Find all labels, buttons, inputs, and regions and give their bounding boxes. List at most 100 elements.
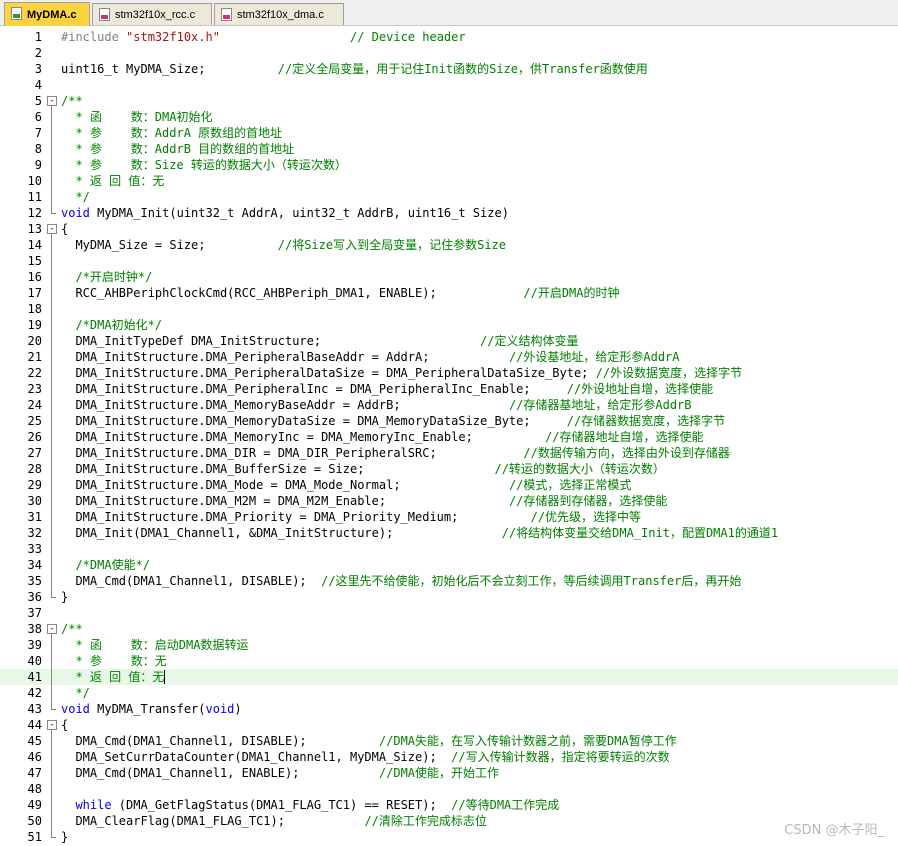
code-line[interactable]: 33 xyxy=(0,541,898,557)
code-line[interactable]: 16 /*开启时钟*/ xyxy=(0,269,898,285)
code-line[interactable]: 22 DMA_InitStructure.DMA_PeripheralDataS… xyxy=(0,365,898,381)
line-number: 22 xyxy=(27,366,42,380)
fold-toggle-icon[interactable]: - xyxy=(47,624,57,634)
code-line[interactable]: 26 DMA_InitStructure.DMA_MemoryInc = DMA… xyxy=(0,429,898,445)
line-number: 12 xyxy=(27,206,42,220)
code-line[interactable]: 29 DMA_InitStructure.DMA_Mode = DMA_Mode… xyxy=(0,477,898,493)
code-text: DMA_InitTypeDef DMA_InitStructure; //定义结… xyxy=(61,333,578,349)
code-line[interactable]: 7 * 参 数：AddrA 原数组的首地址 xyxy=(0,125,898,141)
code-token: //开启DMA的时钟 xyxy=(523,286,620,300)
code-token: DMA_InitStructure.DMA_PeripheralInc = DM… xyxy=(61,382,567,396)
code-text: { xyxy=(61,717,68,733)
code-line[interactable]: 17 RCC_AHBPeriphClockCmd(RCC_AHBPeriph_D… xyxy=(0,285,898,301)
c-file-icon xyxy=(99,8,110,21)
code-token: * 函 数：DMA初始化 xyxy=(61,110,213,124)
line-number: 28 xyxy=(27,462,42,476)
code-line[interactable]: 25 DMA_InitStructure.DMA_MemoryDataSize … xyxy=(0,413,898,429)
line-number: 34 xyxy=(27,558,42,572)
fold-toggle-icon[interactable]: - xyxy=(47,224,57,234)
line-number: 10 xyxy=(27,174,42,188)
code-token: DMA_InitStructure.DMA_PeripheralDataSize… xyxy=(61,366,596,380)
line-number: 15 xyxy=(27,254,42,268)
code-line[interactable]: 10 * 返 回 值：无 xyxy=(0,173,898,189)
code-line[interactable]: 14 MyDMA_Size = Size; //将Size写入到全局变量，记住参… xyxy=(0,237,898,253)
code-line[interactable]: 44-{ xyxy=(0,717,898,733)
code-line[interactable]: 48 xyxy=(0,781,898,797)
code-line[interactable]: 32 DMA_Init(DMA1_Channel1, &DMA_InitStru… xyxy=(0,525,898,541)
code-token: //外设地址自增，选择使能 xyxy=(566,382,714,396)
watermark: CSDN @木子阳_ xyxy=(784,823,884,838)
tab-stm32f10x-dma-c[interactable]: stm32f10x_dma.c xyxy=(214,3,344,25)
fold-guide-end xyxy=(51,213,56,214)
code-text: DMA_InitStructure.DMA_MemoryBaseAddr = A… xyxy=(61,397,691,413)
code-line[interactable]: 47 DMA_Cmd(DMA1_Channel1, ENABLE); //DMA… xyxy=(0,765,898,781)
code-line[interactable]: 51} xyxy=(0,829,898,845)
code-line[interactable]: 9 * 参 数：Size 转运的数据大小（转运次数） xyxy=(0,157,898,173)
code-text: DMA_InitStructure.DMA_PeripheralInc = DM… xyxy=(61,381,713,397)
code-line[interactable]: 37 xyxy=(0,605,898,621)
code-line[interactable]: 21 DMA_InitStructure.DMA_PeripheralBaseA… xyxy=(0,349,898,365)
code-line[interactable]: 3 uint16_t MyDMA_Size; //定义全局变量，用于记住Init函… xyxy=(0,61,898,77)
code-line[interactable]: 15 xyxy=(0,253,898,269)
code-token: * 返 回 值：无 xyxy=(61,670,165,684)
code-text: void MyDMA_Transfer(void) xyxy=(61,701,242,717)
line-number: 1 xyxy=(34,30,42,44)
tab-mydma-c[interactable]: MyDMA.c xyxy=(4,2,90,26)
code-token: /** xyxy=(61,622,83,636)
code-text: /*DMA使能*/ xyxy=(61,557,150,573)
code-editor[interactable]: 1 #include "stm32f10x.h" // Device header… xyxy=(0,27,898,846)
code-line[interactable]: 20 DMA_InitTypeDef DMA_InitStructure; //… xyxy=(0,333,898,349)
tab-label: stm32f10x_dma.c xyxy=(237,8,324,21)
code-token: "stm32f10x.h" xyxy=(126,30,220,44)
code-token: (DMA_GetFlagStatus(DMA1_FLAG_TC1) == RES… xyxy=(111,798,452,812)
code-line[interactable]: 39 * 函 数：启动DMA数据转运 xyxy=(0,637,898,653)
code-token: //DMA失能，在写入传输计数器之前，需要DMA暂停工作 xyxy=(378,734,677,748)
code-line[interactable]: 41 * 返 回 值：无 xyxy=(0,669,898,685)
code-line[interactable]: 35 DMA_Cmd(DMA1_Channel1, DISABLE); //这里… xyxy=(0,573,898,589)
code-line[interactable]: 45 DMA_Cmd(DMA1_Channel1, DISABLE); //DM… xyxy=(0,733,898,749)
code-line[interactable]: 1 #include "stm32f10x.h" // Device header xyxy=(0,29,898,45)
line-number: 38 xyxy=(27,622,42,636)
tab-stm32f10x-rcc-c[interactable]: stm32f10x_rcc.c xyxy=(92,3,212,25)
code-token: */ xyxy=(61,190,90,204)
code-token: DMA_SetCurrDataCounter(DMA1_Channel1, My… xyxy=(61,750,452,764)
code-line[interactable]: 23 DMA_InitStructure.DMA_PeripheralInc =… xyxy=(0,381,898,397)
code-line[interactable]: 40 * 参 数：无 xyxy=(0,653,898,669)
code-line[interactable]: 43 void MyDMA_Transfer(void) xyxy=(0,701,898,717)
code-line[interactable]: 38-/** xyxy=(0,621,898,637)
code-line[interactable]: 11 */ xyxy=(0,189,898,205)
fold-toggle-icon[interactable]: - xyxy=(47,720,57,730)
code-line[interactable]: 2 xyxy=(0,45,898,61)
c-file-icon xyxy=(221,8,232,21)
code-line[interactable]: 8 * 参 数：AddrB 目的数组的首地址 xyxy=(0,141,898,157)
code-line[interactable]: 27 DMA_InitStructure.DMA_DIR = DMA_DIR_P… xyxy=(0,445,898,461)
code-token: void xyxy=(61,206,90,220)
code-line[interactable]: 34 /*DMA使能*/ xyxy=(0,557,898,573)
code-line[interactable]: 5-/** xyxy=(0,93,898,109)
code-line[interactable]: 4 xyxy=(0,77,898,93)
code-token: //外设数据宽度，选择字节 xyxy=(595,366,743,380)
code-line[interactable]: 13-{ xyxy=(0,221,898,237)
code-line[interactable]: 6 * 函 数：DMA初始化 xyxy=(0,109,898,125)
code-token: //写入传输计数器，指定将要转运的次数 xyxy=(451,750,670,764)
code-line[interactable]: 46 DMA_SetCurrDataCounter(DMA1_Channel1,… xyxy=(0,749,898,765)
code-line[interactable]: 24 DMA_InitStructure.DMA_MemoryBaseAddr … xyxy=(0,397,898,413)
code-line[interactable]: 36} xyxy=(0,589,898,605)
code-line[interactable]: 19 /*DMA初始化*/ xyxy=(0,317,898,333)
code-line[interactable]: 28 DMA_InitStructure.DMA_BufferSize = Si… xyxy=(0,461,898,477)
line-number: 2 xyxy=(34,46,42,60)
code-line[interactable]: 18 xyxy=(0,301,898,317)
code-line[interactable]: 50 DMA_ClearFlag(DMA1_FLAG_TC1); //清除工作完… xyxy=(0,813,898,829)
code-line[interactable]: 49 while (DMA_GetFlagStatus(DMA1_FLAG_TC… xyxy=(0,797,898,813)
fold-toggle-icon[interactable]: - xyxy=(47,96,57,106)
code-token: * 函 数：启动DMA数据转运 xyxy=(61,638,249,652)
code-token: DMA_InitStructure.DMA_MemoryInc = DMA_Me… xyxy=(61,430,546,444)
code-token: /** xyxy=(61,94,83,108)
code-text: * 参 数：AddrA 原数组的首地址 xyxy=(61,125,282,141)
code-line[interactable]: 42 */ xyxy=(0,685,898,701)
code-token: { xyxy=(61,718,69,732)
code-line[interactable]: 31 DMA_InitStructure.DMA_Priority = DMA_… xyxy=(0,509,898,525)
code-line[interactable]: 30 DMA_InitStructure.DMA_M2M = DMA_M2M_E… xyxy=(0,493,898,509)
code-line[interactable]: 12 void MyDMA_Init(uint32_t AddrA, uint32… xyxy=(0,205,898,221)
code-text: * 函 数：DMA初始化 xyxy=(61,109,212,125)
